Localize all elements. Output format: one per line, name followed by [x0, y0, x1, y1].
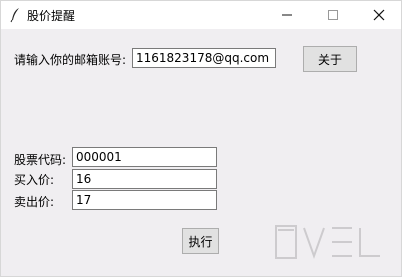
buy-price-label: 买入价: — [14, 173, 55, 187]
watermark-logo — [275, 225, 380, 259]
close-button[interactable] — [356, 1, 402, 29]
title-bar[interactable]: 股价提醒 — [1, 1, 401, 29]
email-label: 请输入你的邮箱账号: — [14, 53, 127, 67]
sell-price-input[interactable]: 17 — [72, 190, 217, 210]
minimize-icon — [282, 14, 292, 16]
stock-code-label: 股票代码: — [14, 153, 67, 167]
sell-price-label: 卖出价: — [14, 195, 55, 209]
app-window: 股价提醒 请输入你的邮箱账号: 1161823178@qq.com 关于 股票代… — [0, 0, 402, 277]
execute-button[interactable]: 执行 — [182, 228, 219, 254]
maximize-button[interactable] — [310, 1, 356, 29]
buy-price-input[interactable]: 16 — [72, 169, 217, 189]
maximize-icon — [328, 10, 338, 20]
feather-icon — [10, 8, 19, 23]
stock-code-input[interactable]: 000001 — [72, 147, 217, 167]
close-icon — [373, 9, 385, 21]
about-button[interactable]: 关于 — [303, 46, 357, 72]
minimize-button[interactable] — [264, 1, 310, 29]
window-title: 股价提醒 — [27, 9, 76, 23]
email-input[interactable]: 1161823178@qq.com — [132, 48, 276, 68]
